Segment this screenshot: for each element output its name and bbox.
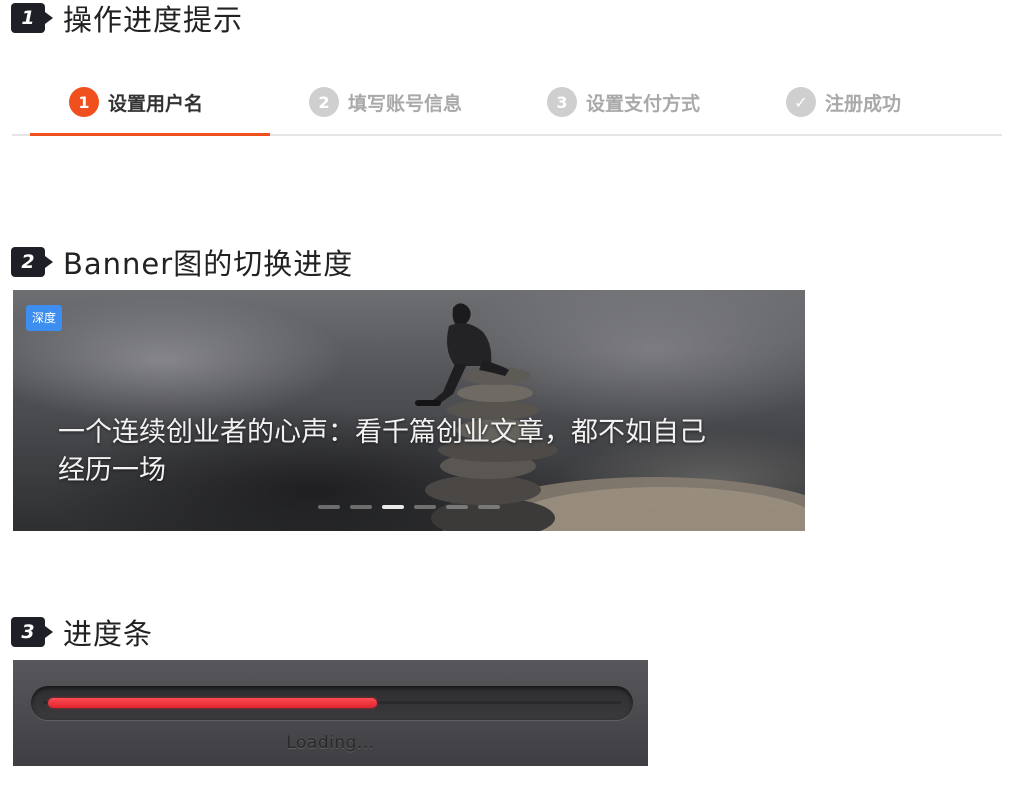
step-label: 填写账号信息 [348, 92, 463, 115]
carousel-dot[interactable] [318, 505, 340, 509]
carousel-dot[interactable] [478, 505, 500, 509]
carousel-dot[interactable] [350, 505, 372, 509]
carousel-dot[interactable] [414, 505, 436, 509]
step-registration-success[interactable]: ✓ 注册成功 [786, 86, 901, 118]
section-heading-progress-bar: 3 进度条 [11, 614, 154, 651]
loading-progress-panel: Loading... [13, 660, 648, 766]
step-set-username[interactable]: 1 设置用户名 [69, 86, 203, 118]
section-title: Banner图的切换进度 [63, 247, 354, 281]
step-fill-account-info[interactable]: 2 填写账号信息 [309, 86, 462, 118]
step-progress-indicator: 1 设置用户名 2 填写账号信息 3 设置支付方式 ✓ 注册成功 [12, 68, 1002, 136]
step-number-circle: 2 [309, 87, 339, 117]
progress-fill [48, 698, 377, 708]
step-number-circle: 3 [547, 87, 577, 117]
carousel-dot[interactable] [446, 505, 468, 509]
section-heading-step-progress: 1 操作进度提示 [11, 0, 244, 37]
step-number-circle: 1 [69, 87, 99, 117]
carousel-dot[interactable] [382, 505, 404, 509]
step-label: 设置用户名 [108, 92, 204, 115]
section-number-badge: 1 [11, 3, 53, 33]
step-set-payment-method[interactable]: 3 设置支付方式 [547, 86, 700, 118]
carousel-indicators [318, 505, 500, 509]
checkmark-icon: ✓ [786, 87, 816, 117]
section-number-badge: 3 [11, 617, 53, 647]
progress-track [31, 686, 633, 720]
section-heading-banner: 2 Banner图的切换进度 [11, 244, 354, 281]
step-label: 设置支付方式 [586, 92, 701, 115]
banner-carousel[interactable]: 深度 一个连续创业者的心声：看千篇创业文章，都不如自己经历一场 [13, 290, 805, 531]
section-title: 进度条 [63, 617, 154, 651]
step-label: 注册成功 [825, 92, 902, 115]
category-badge: 深度 [26, 305, 62, 331]
section-number-badge: 2 [11, 247, 53, 277]
section-title: 操作进度提示 [63, 3, 244, 37]
active-step-underline [30, 133, 270, 136]
loading-label: Loading... [286, 733, 375, 753]
banner-image [415, 303, 805, 531]
banner-headline[interactable]: 一个连续创业者的心声：看千篇创业文章，都不如自己经历一场 [58, 414, 718, 490]
